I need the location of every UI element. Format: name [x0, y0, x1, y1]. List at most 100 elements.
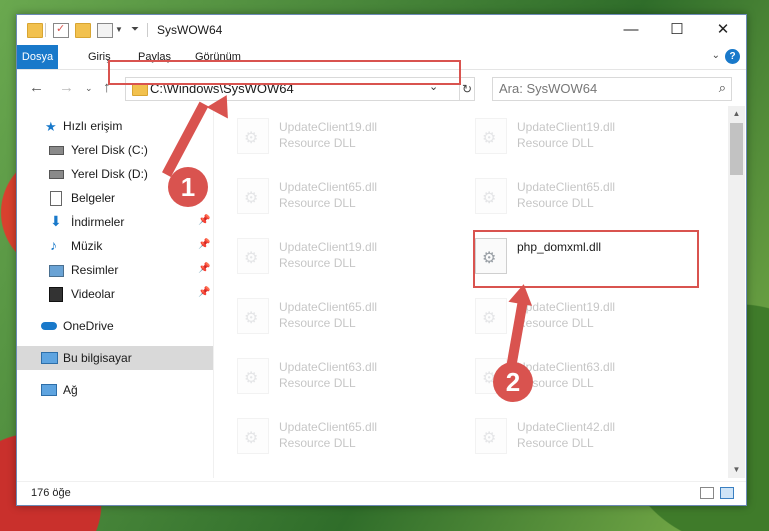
file-item[interactable]: UpdateClient19.dll Resource DLL	[237, 234, 467, 284]
file-item[interactable]: UpdateClient19.dll Resource DLL	[475, 114, 705, 164]
scroll-down-icon[interactable]: ▼	[728, 462, 745, 478]
sidebar-item-onedrive[interactable]: OneDrive	[17, 314, 213, 338]
sidebar-item-this-pc[interactable]: Bu bilgisayar	[17, 346, 213, 370]
dll-file-icon	[475, 118, 507, 154]
divider	[147, 23, 148, 37]
computer-icon	[41, 352, 58, 364]
details-view-icon[interactable]	[700, 487, 714, 499]
file-type: Resource DLL	[517, 436, 594, 450]
search-input[interactable]: Ara: SysWOW64	[499, 81, 597, 96]
chevron-down-icon[interactable]: ▼	[115, 25, 123, 34]
pin-icon[interactable]: 📌	[198, 215, 210, 226]
item-count: 176 öğe	[31, 487, 71, 499]
file-item[interactable]: UpdateClient65.dll Resource DLL	[237, 414, 467, 464]
address-bar-highlight	[108, 60, 461, 85]
pictures-icon	[49, 265, 64, 277]
search-icon: ⌕	[718, 80, 726, 95]
sidebar-item-downloads[interactable]: ⬇ İndirmeler 📌	[17, 210, 213, 234]
sidebar-item-label: Ağ	[63, 383, 78, 397]
file-item[interactable]: UpdateClient42.dll Resource DLL	[475, 414, 705, 464]
documents-icon	[50, 191, 62, 206]
drive-icon	[49, 146, 64, 155]
folder-icon	[27, 23, 43, 38]
file-type: Resource DLL	[279, 316, 356, 330]
file-item[interactable]: UpdateClient65.dll Resource DLL	[237, 174, 467, 224]
tab-file[interactable]: Dosya	[17, 45, 58, 69]
pin-icon[interactable]: 📌	[198, 239, 210, 250]
dll-file-icon	[475, 178, 507, 214]
file-item[interactable]: UpdateClient19.dll Resource DLL	[237, 114, 467, 164]
file-name: UpdateClient65.dll	[279, 180, 378, 194]
sidebar-item-label: Belgeler	[71, 191, 116, 205]
recent-chevron-icon[interactable]: ⌄	[85, 83, 93, 94]
pin-icon[interactable]: 📌	[198, 263, 210, 274]
sidebar-item-videos[interactable]: Videolar 📌	[17, 282, 213, 306]
sidebar-item-label: Hızlı erişim	[63, 119, 123, 133]
file-name: UpdateClient65.dll	[279, 420, 378, 434]
search-box[interactable]: Ara: SysWOW64 ⌕	[492, 77, 732, 101]
file-item[interactable]: UpdateClient63.dll Resource DLL	[237, 354, 467, 404]
refresh-icon[interactable]: ↻	[459, 78, 474, 100]
back-arrow-icon[interactable]: ←	[29, 79, 44, 96]
music-icon: ♪	[50, 237, 57, 253]
sidebar-item-music[interactable]: ♪ Müzik 📌	[17, 234, 213, 258]
file-name: UpdateClient19.dll	[517, 120, 616, 134]
maximize-button[interactable]: ☐	[654, 15, 700, 45]
file-type: Resource DLL	[279, 436, 356, 450]
file-item[interactable]: UpdateClient65.dll Resource DLL	[237, 294, 467, 344]
forward-arrow-icon[interactable]: →	[59, 79, 74, 96]
sidebar-item-label: OneDrive	[63, 319, 114, 333]
window-title: SysWOW64	[157, 23, 223, 37]
file-type: Resource DLL	[517, 136, 594, 150]
dll-file-icon	[237, 418, 269, 454]
dll-file-icon	[237, 238, 269, 274]
pin-icon[interactable]: 📌	[198, 287, 210, 298]
file-name: UpdateClient19.dll	[279, 120, 378, 134]
drive-icon	[49, 170, 64, 179]
file-name: UpdateClient65.dll	[517, 180, 616, 194]
file-item[interactable]: UpdateClient65.dll Resource DLL	[475, 174, 705, 224]
ribbon-expand-icon[interactable]: ⌄	[712, 50, 720, 61]
minimize-button[interactable]: —	[608, 15, 654, 45]
navigation-pane: ★ Hızlı erişim Yerel Disk (C:) Yerel Dis…	[17, 106, 213, 478]
download-icon: ⬇	[50, 213, 62, 229]
new-folder-icon[interactable]	[75, 23, 91, 38]
scrollbar-thumb[interactable]	[730, 123, 743, 175]
vertical-scrollbar[interactable]: ▲ ▼	[728, 106, 745, 478]
file-name: UpdateClient63.dll	[279, 360, 378, 374]
close-button[interactable]: ✕	[700, 15, 746, 45]
sidebar-item-label: Bu bilgisayar	[63, 351, 132, 365]
sidebar-item-network[interactable]: Ağ	[17, 378, 213, 402]
large-icons-view-icon[interactable]	[720, 487, 734, 499]
view-icon[interactable]	[97, 23, 113, 38]
file-type: Resource DLL	[517, 196, 594, 210]
sidebar-item-label: Müzik	[71, 239, 103, 253]
file-name: UpdateClient19.dll	[279, 240, 378, 254]
dll-file-icon	[475, 298, 507, 334]
sidebar-item-label: İndirmeler	[71, 215, 125, 229]
dll-file-icon	[237, 298, 269, 334]
customize-qa-icon[interactable]: ⏷	[131, 24, 139, 35]
sidebar-item-label: Videolar	[71, 287, 115, 301]
step-2-badge: 2	[493, 362, 533, 402]
file-name: UpdateClient63.dll	[517, 360, 616, 374]
file-name: UpdateClient42.dll	[517, 420, 616, 434]
sidebar-item-label: Yerel Disk (D:)	[71, 167, 148, 181]
properties-icon[interactable]: ✓	[53, 23, 69, 38]
arrowhead-icon	[508, 282, 536, 306]
sidebar-item-pictures[interactable]: Resimler 📌	[17, 258, 213, 282]
file-type: Resource DLL	[279, 136, 356, 150]
scroll-up-icon[interactable]: ▲	[728, 106, 745, 122]
step-1-badge: 1	[168, 167, 208, 207]
star-icon: ★	[45, 119, 57, 134]
dll-file-icon	[237, 358, 269, 394]
cloud-icon	[41, 322, 57, 330]
network-icon	[41, 384, 57, 396]
help-icon[interactable]: ?	[725, 49, 740, 64]
status-bar: 176 öğe	[17, 481, 746, 506]
videos-icon	[49, 287, 63, 302]
file-type: Resource DLL	[279, 256, 356, 270]
pane-divider[interactable]	[213, 106, 214, 478]
dll-file-icon	[475, 418, 507, 454]
file-type: Resource DLL	[279, 376, 356, 390]
